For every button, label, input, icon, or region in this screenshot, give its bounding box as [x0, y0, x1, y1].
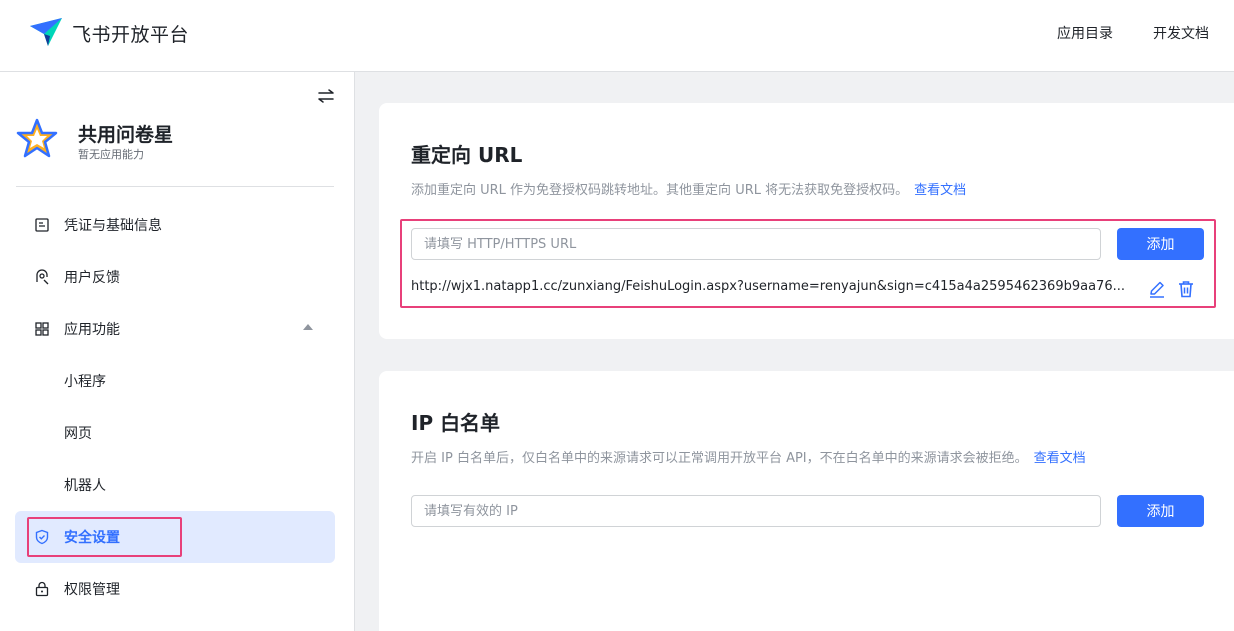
sidebar-item-label: 权限管理	[64, 582, 120, 598]
star-icon	[16, 118, 58, 158]
sidebar-item-webpage[interactable]: 网页	[15, 407, 335, 459]
sidebar-item-label: 凭证与基础信息	[64, 218, 162, 234]
sidebar-item-credentials[interactable]: 凭证与基础信息	[15, 199, 335, 251]
brand-title[interactable]: 飞书开放平台	[72, 20, 189, 47]
sidebar-item-label: 用户反馈	[64, 270, 120, 286]
sidebar-item-label: 网页	[64, 426, 92, 442]
add-ip-button[interactable]: 添加	[1117, 495, 1204, 527]
ip-doc-link[interactable]: 查看文档	[1034, 451, 1086, 466]
add-redirect-url-button[interactable]: 添加	[1117, 228, 1204, 260]
redirect-url-description: 添加重定向 URL 作为免登授权码跳转地址。其他重定向 URL 将无法获取免登授…	[411, 179, 966, 198]
credential-icon	[35, 218, 49, 232]
nav-dev-docs[interactable]: 开发文档	[1153, 23, 1209, 43]
feedback-icon	[36, 269, 49, 285]
redirect-doc-link[interactable]: 查看文档	[914, 183, 966, 198]
sidebar-item-permissions[interactable]: 权限管理	[15, 563, 335, 615]
top-bar: 飞书开放平台 应用目录 开发文档	[0, 0, 1234, 72]
sidebar-item-feedback[interactable]: 用户反馈	[15, 251, 335, 303]
sidebar: 共用问卷星 暂无应用能力 凭证与基础信息 用户反馈 应用功能 小程序 网页 机器…	[0, 72, 355, 631]
sidebar-item-label: 安全设置	[64, 530, 120, 546]
redirect-url-input[interactable]	[411, 228, 1101, 260]
app-subtitle: 暂无应用能力	[78, 148, 144, 161]
redirect-url-title: 重定向 URL	[411, 143, 523, 167]
sidebar-item-label: 应用功能	[64, 322, 120, 338]
redirect-url-entry: http://wjx1.natapp1.cc/zunxiang/FeishuLo…	[411, 279, 1125, 294]
grid-icon	[35, 322, 49, 336]
edit-icon[interactable]	[1147, 279, 1167, 299]
sidebar-item-mini-program[interactable]: 小程序	[15, 355, 335, 407]
redirect-url-card: 重定向 URL 添加重定向 URL 作为免登授权码跳转地址。其他重定向 URL …	[379, 103, 1234, 339]
lock-icon	[35, 581, 49, 597]
sidebar-item-label: 机器人	[64, 478, 106, 494]
trash-icon[interactable]	[1176, 279, 1196, 299]
sidebar-item-label: 小程序	[64, 374, 106, 390]
sidebar-item-app-features[interactable]: 应用功能	[15, 303, 335, 355]
chevron-up-icon[interactable]	[303, 324, 313, 330]
ip-desc-text: 开启 IP 白名单后，仅白名单中的来源请求可以正常调用开放平台 API，不在白名…	[411, 451, 1028, 466]
ip-whitelist-description: 开启 IP 白名单后，仅白名单中的来源请求可以正常调用开放平台 API，不在白名…	[411, 447, 1086, 466]
feishu-paper-plane-icon[interactable]	[28, 14, 64, 50]
sidebar-item-bot[interactable]: 机器人	[15, 459, 335, 511]
app-name: 共用问卷星	[78, 124, 174, 146]
redirect-desc-text: 添加重定向 URL 作为免登授权码跳转地址。其他重定向 URL 将无法获取免登授…	[411, 183, 909, 198]
ip-whitelist-title: IP 白名单	[411, 411, 501, 435]
collapse-sidebar-icon[interactable]	[316, 86, 336, 106]
nav-app-catalog[interactable]: 应用目录	[1057, 23, 1113, 43]
ip-input[interactable]	[411, 495, 1101, 527]
sidebar-divider	[16, 186, 334, 187]
ip-whitelist-card: IP 白名单 开启 IP 白名单后，仅白名单中的来源请求可以正常调用开放平台 A…	[379, 371, 1234, 631]
sidebar-item-security[interactable]: 安全设置	[15, 511, 335, 563]
shield-icon	[35, 529, 49, 545]
